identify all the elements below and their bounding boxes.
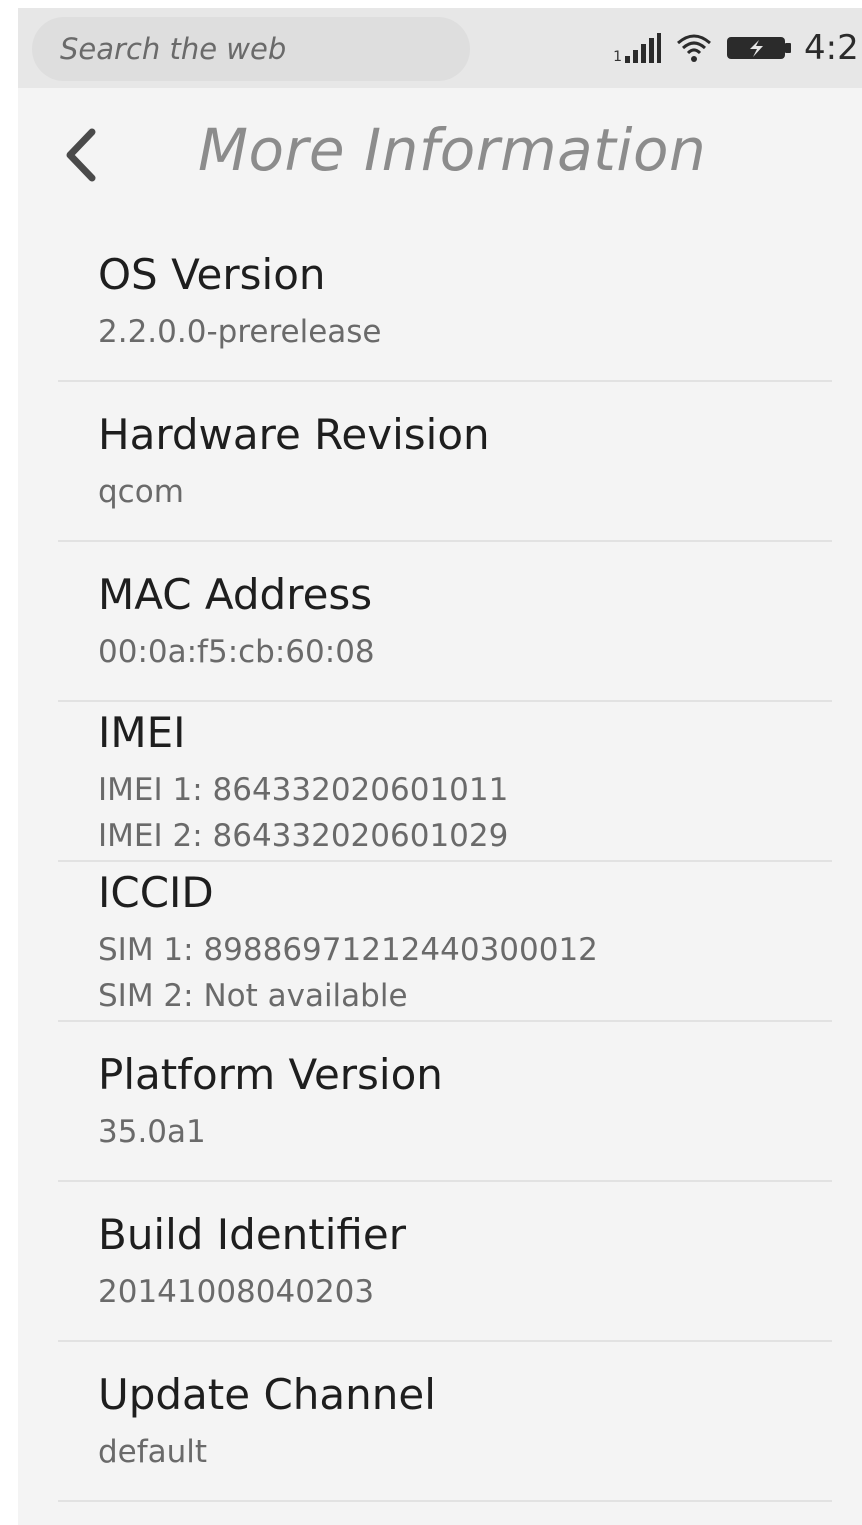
item-label: Update Channel bbox=[98, 1370, 436, 1419]
info-item-update-channel: Update Channel default bbox=[58, 1342, 832, 1502]
status-bar: Search the web 1 4:21 bbox=[18, 8, 862, 88]
item-value: default bbox=[98, 1434, 208, 1470]
screen: Search the web 1 4:21 bbox=[18, 8, 862, 1525]
item-label: MAC Address bbox=[98, 570, 373, 619]
header: More Information bbox=[18, 88, 862, 230]
item-value: SIM 2: Not available bbox=[98, 978, 408, 1014]
item-value: qcom bbox=[98, 474, 184, 510]
item-value: 20141008040203 bbox=[98, 1274, 375, 1310]
info-item-imei: IMEI IMEI 1: 864332020601011 IMEI 2: 864… bbox=[58, 702, 832, 862]
info-item-mac-address: MAC Address 00:0a:f5:cb:60:08 bbox=[58, 542, 832, 702]
item-value: SIM 1: 89886971212440300012 bbox=[98, 932, 598, 968]
clock: 4:21 bbox=[804, 28, 862, 68]
item-value: IMEI 1: 864332020601011 bbox=[98, 772, 509, 808]
info-item-hardware-revision: Hardware Revision qcom bbox=[58, 382, 832, 542]
search-placeholder: Search the web bbox=[60, 32, 287, 66]
item-label: Build Identifier bbox=[98, 1210, 406, 1259]
info-item-iccid: ICCID SIM 1: 89886971212440300012 SIM 2:… bbox=[58, 862, 832, 1022]
back-button[interactable] bbox=[58, 124, 108, 186]
wifi-icon bbox=[677, 34, 711, 62]
battery-charging-icon bbox=[727, 37, 791, 59]
item-label: OS Version bbox=[98, 250, 326, 299]
chevron-left-icon bbox=[66, 128, 96, 182]
sim-number: 1 bbox=[613, 49, 622, 65]
item-label: Platform Version bbox=[98, 1050, 443, 1099]
item-label: Hardware Revision bbox=[98, 410, 490, 459]
info-item-platform-version: Platform Version 35.0a1 bbox=[58, 1022, 832, 1182]
item-value: 35.0a1 bbox=[98, 1114, 206, 1150]
signal-icon bbox=[625, 33, 661, 63]
item-value: 2.2.0.0-prerelease bbox=[98, 314, 382, 350]
item-value: IMEI 2: 864332020601029 bbox=[98, 818, 509, 854]
status-icons: 1 4:21 bbox=[613, 8, 862, 88]
item-label: IMEI bbox=[98, 708, 186, 757]
search-bar[interactable]: Search the web bbox=[32, 17, 470, 81]
item-label: ICCID bbox=[98, 868, 214, 917]
info-item-os-version: OS Version 2.2.0.0-prerelease bbox=[58, 230, 832, 382]
info-item-build-identifier: Build Identifier 20141008040203 bbox=[58, 1182, 832, 1342]
item-value: 00:0a:f5:cb:60:08 bbox=[98, 634, 375, 670]
page-title: More Information bbox=[198, 116, 707, 184]
